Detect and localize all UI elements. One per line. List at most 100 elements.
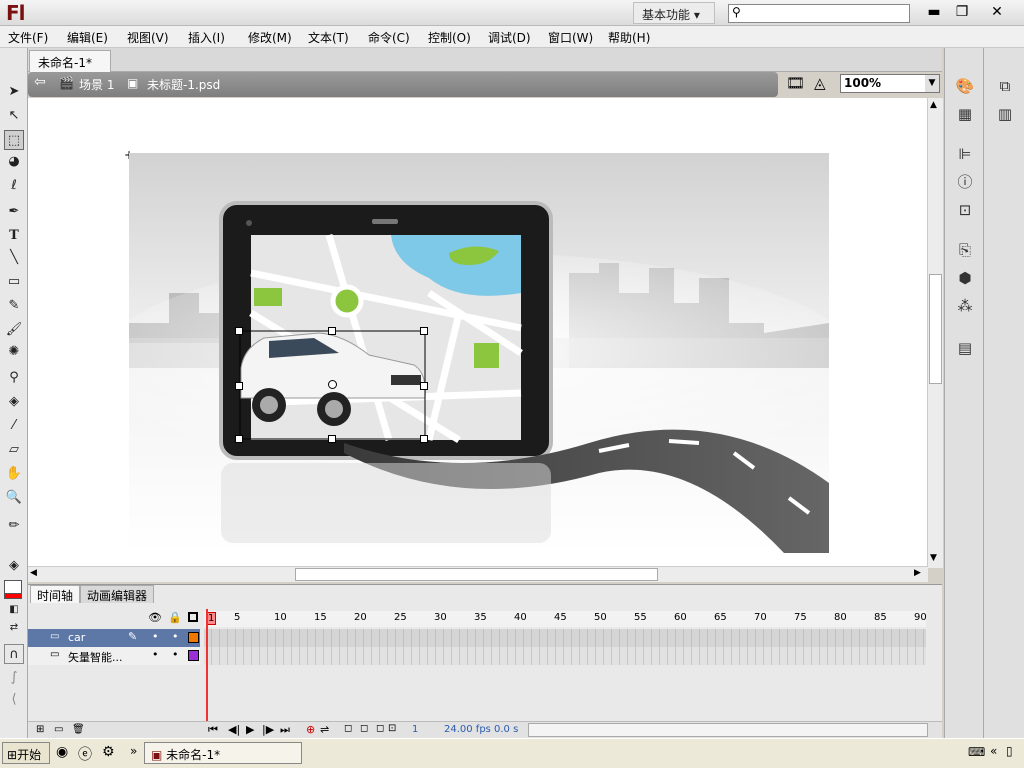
hand-tool-icon[interactable]: ✋ — [4, 464, 24, 484]
info-panel-icon[interactable]: ⓘ — [955, 172, 975, 192]
transform-handle-ml[interactable] — [235, 382, 243, 390]
color-panel-icon[interactable]: 🎨 — [955, 76, 975, 96]
go-to-last-frame-icon[interactable]: ⏭ — [280, 723, 290, 737]
modify-markers-icon[interactable]: ⊡ — [388, 723, 396, 734]
transform-handle-br[interactable] — [420, 435, 428, 443]
layer-color-swatch[interactable] — [188, 650, 199, 661]
tray-expand-icon[interactable]: « — [990, 744, 997, 758]
keyboard-icon[interactable]: ⌨ — [968, 745, 985, 759]
menu-window[interactable]: 窗口(W) — [548, 29, 593, 46]
breadcrumb-scene[interactable]: 场景 1 — [79, 76, 114, 93]
timeline-hscrollbar[interactable] — [528, 723, 928, 737]
transform-center-point[interactable] — [328, 380, 337, 389]
onion-skin-icon[interactable]: ◻ — [344, 723, 352, 734]
bone-tool-icon[interactable]: ⚲ — [4, 368, 24, 388]
library-panel-icon[interactable]: ▥ — [995, 104, 1015, 124]
transform-handle-bl[interactable] — [235, 435, 243, 443]
visibility-dot[interactable]: • — [152, 630, 159, 643]
menu-text[interactable]: 文本(T) — [308, 29, 349, 46]
motion-presets-icon[interactable]: ⁂ — [955, 296, 975, 316]
smooth-icon[interactable]: ∫ — [4, 668, 24, 688]
zoom-select[interactable]: 100% ▼ — [840, 74, 940, 93]
menu-commands[interactable]: 命令(C) — [368, 29, 410, 46]
playhead[interactable] — [206, 609, 208, 739]
3d-rotation-tool-icon[interactable]: ◕ — [4, 152, 24, 172]
actions-panel-icon[interactable]: ⎘ — [955, 240, 975, 260]
stage-artwork[interactable] — [129, 153, 829, 553]
new-layer-icon[interactable]: ⊞ — [36, 724, 44, 735]
close-button[interactable]: ✕ — [976, 1, 1018, 23]
frame-span-vector[interactable] — [204, 647, 926, 665]
step-forward-icon[interactable]: |▶ — [262, 723, 274, 736]
browser-icon[interactable]: ◉ — [56, 744, 68, 760]
stage-area[interactable]: + — [28, 98, 942, 568]
stroke-color-icon[interactable]: ✏ — [4, 516, 24, 536]
menu-modify[interactable]: 修改(M) — [248, 29, 292, 46]
transform-handle-tl[interactable] — [235, 327, 243, 335]
swatches-panel-icon[interactable]: ▦ — [955, 104, 975, 124]
eraser-tool-icon[interactable]: ▱ — [4, 440, 24, 460]
menu-edit[interactable]: 编辑(E) — [67, 29, 108, 46]
layer-name[interactable]: car — [68, 631, 85, 644]
onion-outline-icon[interactable]: ◻ — [360, 723, 368, 734]
eye-icon[interactable]: 👁 — [148, 611, 162, 624]
visibility-dot[interactable]: • — [152, 648, 159, 661]
horizontal-scrollbar[interactable]: ◀ ▶ — [28, 566, 928, 582]
rectangle-tool-icon[interactable]: ▭ — [4, 272, 24, 292]
horizontal-scroll-thumb[interactable] — [295, 568, 658, 581]
lasso-tool-icon[interactable]: ℓ — [4, 176, 24, 196]
layer-name[interactable]: 矢量智能... — [68, 649, 123, 665]
document-tab[interactable]: 未命名-1* × — [29, 50, 111, 85]
help-search-input[interactable]: ⚲ — [728, 4, 910, 23]
frame-span-car[interactable] — [204, 629, 926, 647]
taskbar-window-button[interactable]: ▣ 未命名-1* — [144, 742, 302, 764]
vertical-scrollbar[interactable]: ▲ ▼ — [927, 98, 943, 568]
menu-debug[interactable]: 调试(D) — [488, 29, 531, 46]
align-panel-icon[interactable]: ⊫ — [955, 144, 975, 164]
lock-dot[interactable]: • — [172, 648, 179, 661]
menu-insert[interactable]: 插入(I) — [188, 29, 225, 46]
center-frame-icon[interactable]: ⊕ — [306, 723, 315, 736]
vertical-scroll-thumb[interactable] — [929, 274, 942, 384]
transform-panel-icon[interactable]: ⊡ — [955, 200, 975, 220]
subselection-tool-icon[interactable]: ↖ — [4, 106, 24, 126]
deco-tool-icon[interactable]: ✺ — [4, 342, 24, 362]
delete-icon[interactable]: 🗑 — [72, 724, 85, 735]
menu-view[interactable]: 视图(V) — [127, 29, 169, 46]
frame-ruler[interactable]: 1 5 10 15 20 25 30 35 40 45 50 55 60 65 … — [204, 611, 927, 627]
outline-icon[interactable] — [188, 612, 198, 622]
edit-multiple-frames-icon[interactable]: ◻ — [376, 723, 384, 734]
scroll-up-icon[interactable]: ▲ — [930, 100, 937, 110]
back-arrow-icon[interactable]: ⇦ — [34, 74, 46, 90]
transform-handle-tr[interactable] — [420, 327, 428, 335]
tab-motion-editor[interactable]: 动画编辑器 — [80, 585, 155, 603]
new-folder-icon[interactable]: ▭ — [54, 724, 63, 735]
free-transform-tool-icon[interactable]: ⬚ — [4, 130, 24, 150]
play-icon[interactable]: ▶ — [246, 723, 254, 736]
transform-handle-bm[interactable] — [328, 435, 336, 443]
transform-handle-mr[interactable] — [420, 382, 428, 390]
black-white-icon[interactable]: ◧ — [4, 600, 24, 620]
network-icon[interactable]: ▯ — [1006, 744, 1013, 758]
scroll-right-icon[interactable]: ▶ — [914, 568, 921, 578]
scroll-left-icon[interactable]: ◀ — [30, 568, 37, 578]
edit-symbols-icon[interactable]: ◬ — [814, 74, 826, 92]
layer-color-swatch[interactable] — [188, 632, 199, 643]
transform-handle-tm[interactable] — [328, 327, 336, 335]
lock-icon[interactable]: 🔒 — [168, 611, 182, 624]
swap-colors-icon[interactable]: ⇄ — [4, 618, 24, 638]
tab-timeline[interactable]: 时间轴 — [30, 585, 81, 603]
eyedropper-tool-icon[interactable]: ⁄ — [4, 416, 24, 436]
fill-color-swatch[interactable] — [4, 580, 22, 594]
step-back-icon[interactable]: ◀| — [228, 723, 240, 736]
menu-control[interactable]: 控制(O) — [428, 29, 471, 46]
media-icon[interactable]: ⚙ — [102, 744, 115, 760]
menu-help[interactable]: 帮助(H) — [608, 29, 650, 46]
pen-tool-icon[interactable]: ✒ — [4, 202, 24, 222]
snap-to-objects-icon[interactable]: ∩ — [4, 644, 24, 664]
text-tool-icon[interactable]: T — [4, 226, 24, 246]
paint-bucket-tool-icon[interactable]: ◈ — [4, 392, 24, 412]
fill-color-icon[interactable]: ◈ — [4, 556, 24, 576]
straighten-icon[interactable]: ⟨ — [4, 690, 24, 710]
brush-tool-icon[interactable]: 🖌 — [4, 320, 24, 340]
